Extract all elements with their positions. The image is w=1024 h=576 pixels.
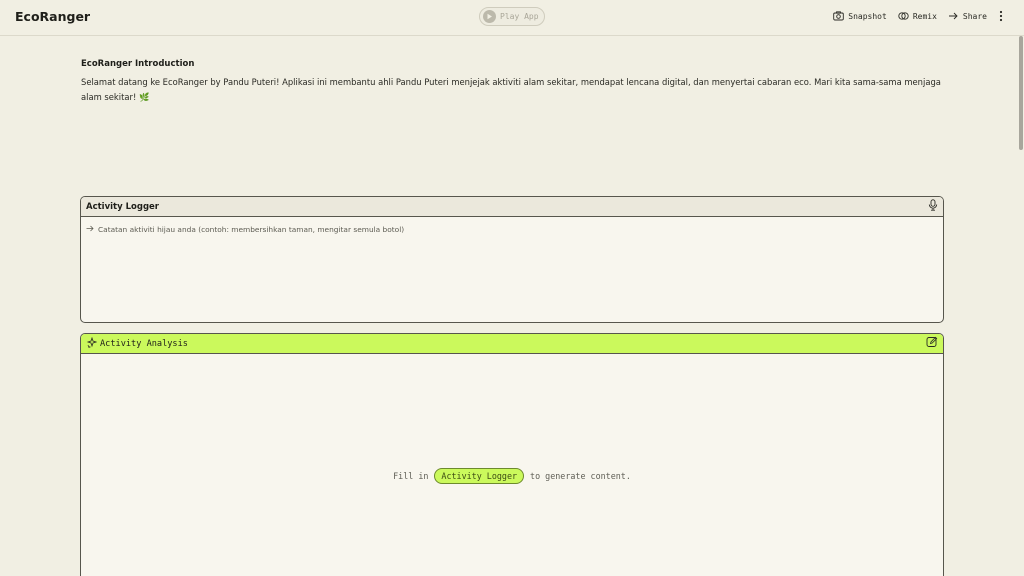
- activity-logger-chip[interactable]: Activity Logger: [434, 468, 525, 484]
- share-arrow-icon: [948, 11, 959, 21]
- activity-logger-input[interactable]: Catatan aktiviti hijau anda (contoh: mem…: [86, 225, 404, 234]
- play-app-button[interactable]: Play App: [479, 7, 545, 26]
- activity-analysis-title: Activity Analysis: [100, 338, 188, 349]
- snapshot-button[interactable]: Snapshot: [833, 11, 887, 21]
- vertical-dots-icon: [998, 10, 1004, 22]
- scrollbar-thumb[interactable]: [1019, 36, 1023, 150]
- remix-button[interactable]: Remix: [898, 11, 937, 21]
- camera-icon: [833, 11, 845, 21]
- app-title: EcoRanger: [15, 9, 91, 24]
- arrow-right-icon: [86, 225, 94, 234]
- page-scrollbar[interactable]: [1018, 36, 1024, 576]
- activity-logger-panel: Activity Logger Catatan aktiviti hijau a…: [80, 196, 944, 323]
- snapshot-label: Snapshot: [848, 11, 887, 21]
- share-button[interactable]: Share: [948, 11, 987, 21]
- activity-analysis-header: Activity Analysis: [81, 334, 943, 354]
- play-icon: [483, 10, 496, 23]
- top-bar: EcoRanger Play App Snapshot Remix Share: [0, 0, 1024, 36]
- more-options-button[interactable]: [998, 10, 1004, 22]
- empty-state-message: Fill in Activity Logger to generate cont…: [81, 468, 943, 484]
- edit-icon[interactable]: [926, 336, 938, 351]
- share-label: Share: [962, 11, 987, 21]
- empty-suffix: to generate content.: [530, 471, 631, 481]
- activity-analysis-panel: Activity Analysis Fill in Activity Logge…: [80, 333, 944, 576]
- intro-section: EcoRanger Introduction Selamat datang ke…: [81, 59, 951, 105]
- microphone-icon[interactable]: [928, 199, 938, 214]
- activity-logger-placeholder: Catatan aktiviti hijau anda (contoh: mem…: [98, 225, 405, 234]
- top-actions: Snapshot Remix Share: [833, 10, 1004, 22]
- empty-prefix: Fill in: [393, 471, 429, 481]
- play-app-label: Play App: [500, 12, 539, 21]
- activity-analysis-heading: Activity Analysis: [86, 336, 188, 351]
- activity-logger-title: Activity Logger: [86, 201, 159, 212]
- intro-title: EcoRanger Introduction: [81, 59, 195, 69]
- activity-logger-header: Activity Logger: [81, 197, 943, 217]
- intro-text: Selamat datang ke EcoRanger by Pandu Put…: [81, 77, 941, 102]
- sparkle-icon: [86, 336, 98, 351]
- remix-icon: [898, 11, 909, 21]
- remix-label: Remix: [912, 11, 937, 21]
